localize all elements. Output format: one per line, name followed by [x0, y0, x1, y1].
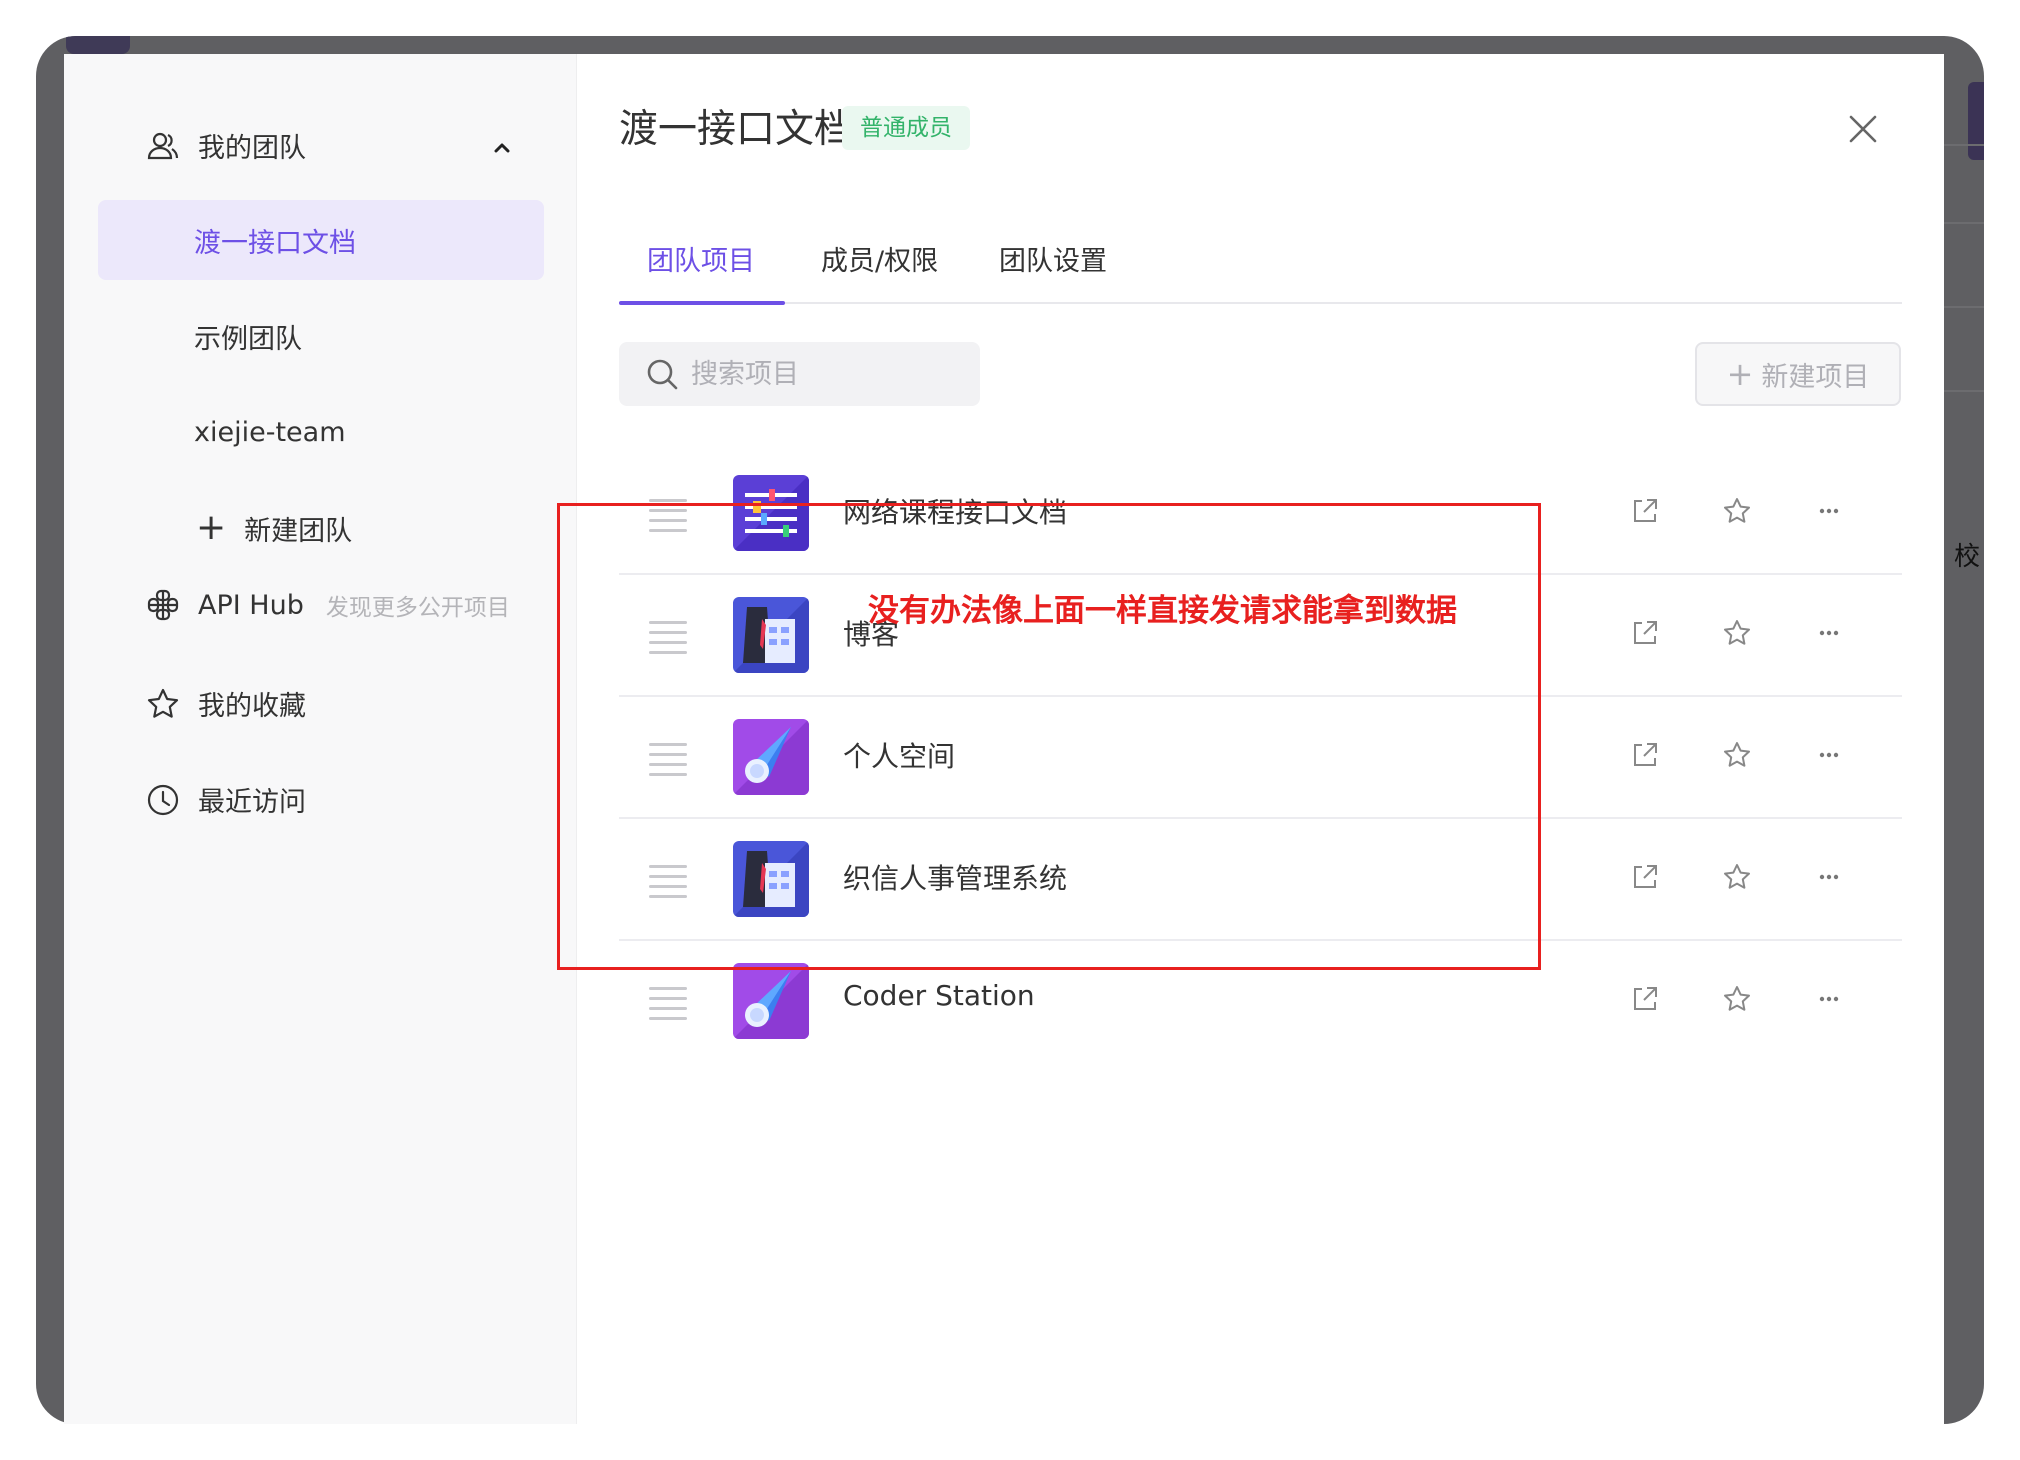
api-hub-description: 发现更多公开项目: [325, 595, 510, 621]
comet-icon: [733, 963, 809, 1039]
shirt-tie-icon: [733, 841, 809, 917]
open-external-icon[interactable]: [1629, 739, 1661, 771]
drag-handle-icon[interactable]: [649, 987, 687, 1020]
project-row[interactable]: 织信人事管理系统: [619, 819, 1902, 941]
sidebar-my-team-header[interactable]: 我的团队: [146, 126, 306, 165]
background-divider: [1944, 222, 1984, 224]
role-badge: 普通成员: [842, 106, 970, 150]
sidebar-team-label: 渡一接口文档: [194, 227, 356, 259]
clock-icon: [146, 783, 180, 817]
annotation-text: 没有办法像上面一样直接发请求能拿到数据: [868, 593, 1457, 629]
more-icon[interactable]: [1813, 617, 1845, 649]
star-icon[interactable]: [1721, 983, 1753, 1015]
project-list: 网络课程接口文档 博客 个人空间 织信人事管理系统 Coder Station: [619, 453, 1902, 1061]
more-icon[interactable]: [1813, 739, 1845, 771]
search-input[interactable]: [689, 357, 973, 391]
star-icon[interactable]: [1721, 739, 1753, 771]
team-modal: 我的团队 渡一接口文档 示例团队 xiejie-team + 新建团队 API …: [64, 54, 1944, 1424]
new-project-button[interactable]: + 新建项目: [1695, 342, 1901, 406]
background-divider: [1944, 306, 1984, 308]
favorites-label: 我的收藏: [198, 691, 306, 722]
tab-team-settings[interactable]: 团队设置: [999, 242, 1107, 302]
background-accent-bar: [1968, 82, 1984, 160]
new-team-label: 新建团队: [244, 515, 353, 547]
chevron-up-icon[interactable]: [488, 134, 516, 162]
background-divider: [1944, 144, 1984, 146]
comet-icon: [733, 719, 809, 795]
open-external-icon[interactable]: [1629, 495, 1661, 527]
project-name[interactable]: Coder Station: [843, 979, 1035, 1012]
users-icon: [146, 129, 180, 163]
new-project-label: 新建项目: [1761, 361, 1870, 393]
open-external-icon[interactable]: [1629, 861, 1661, 893]
drag-handle-icon[interactable]: [649, 621, 687, 654]
page-title: 渡一接口文档: [619, 107, 854, 152]
api-hub-label: API Hub: [198, 589, 304, 621]
sidebar-api-hub[interactable]: API Hub 发现更多公开项目: [146, 588, 510, 622]
open-external-icon[interactable]: [1629, 617, 1661, 649]
sidebar-team-item[interactable]: 示例团队: [98, 296, 544, 376]
tab-members-permissions[interactable]: 成员/权限: [821, 242, 938, 302]
tab-team-projects[interactable]: 团队项目: [647, 242, 755, 302]
search-box: [619, 342, 980, 406]
tab-bar: 团队项目 成员/权限 团队设置: [619, 242, 1902, 305]
drag-handle-icon[interactable]: [649, 743, 687, 776]
open-external-icon[interactable]: [1629, 983, 1661, 1015]
background-text: 校: [1953, 542, 1980, 572]
sidebar-team-label: xiejie-team: [194, 416, 346, 448]
api-hub-icon: [146, 588, 180, 622]
tab-label: 团队项目: [647, 246, 755, 277]
star-icon[interactable]: [1721, 861, 1753, 893]
active-tab-indicator: [619, 301, 785, 305]
plus-icon: +: [1726, 355, 1754, 393]
more-icon[interactable]: [1813, 495, 1845, 527]
drag-handle-icon[interactable]: [649, 499, 687, 532]
project-name[interactable]: 个人空间: [843, 735, 955, 775]
star-icon: [146, 687, 180, 721]
more-icon[interactable]: [1813, 983, 1845, 1015]
shirt-tie-icon: [733, 597, 809, 673]
sidebar-favorites[interactable]: 我的收藏: [146, 684, 306, 723]
sidebar-my-team-label: 我的团队: [198, 133, 306, 164]
drag-handle-icon[interactable]: [649, 865, 687, 898]
background-divider: [1944, 390, 1984, 392]
sidebar-team-label: 示例团队: [194, 323, 302, 355]
search-icon: [647, 359, 678, 390]
doc-list-icon: [733, 475, 809, 551]
sidebar-team-item[interactable]: 渡一接口文档: [98, 200, 544, 280]
more-icon[interactable]: [1813, 861, 1845, 893]
sidebar-team-item[interactable]: xiejie-team: [98, 392, 544, 472]
tab-label: 团队设置: [999, 246, 1107, 277]
recent-label: 最近访问: [198, 787, 306, 818]
project-row[interactable]: Coder Station: [619, 941, 1902, 1061]
star-icon[interactable]: [1721, 617, 1753, 649]
plus-icon: +: [196, 507, 227, 548]
project-name[interactable]: 网络课程接口文档: [843, 491, 1067, 531]
close-icon[interactable]: [1846, 112, 1880, 146]
star-icon[interactable]: [1721, 495, 1753, 527]
sidebar: 我的团队 渡一接口文档 示例团队 xiejie-team + 新建团队 API …: [64, 54, 577, 1424]
sidebar-recent[interactable]: 最近访问: [146, 780, 306, 819]
main-panel: 渡一接口文档 普通成员 团队项目 成员/权限 团队设置 +: [576, 54, 1944, 1424]
project-row[interactable]: 网络课程接口文档: [619, 453, 1902, 575]
background-tab: [66, 36, 130, 54]
tab-label: 成员/权限: [821, 246, 939, 277]
new-team-button[interactable]: + 新建团队: [98, 488, 544, 568]
project-row[interactable]: 个人空间: [619, 697, 1902, 819]
project-name[interactable]: 织信人事管理系统: [843, 857, 1067, 897]
